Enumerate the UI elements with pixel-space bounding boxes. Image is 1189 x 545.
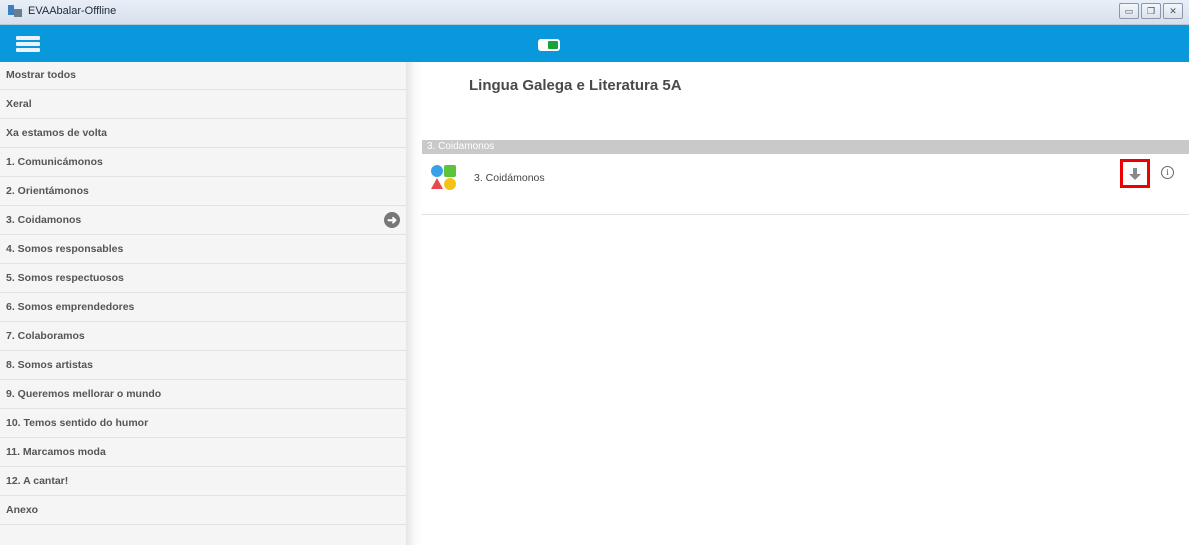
top-toolbar: [0, 25, 1189, 62]
sidebar-item-somos-artistas[interactable]: 8. Somos artistas: [0, 351, 406, 380]
page-title: Lingua Galega e Literatura 5A: [469, 77, 682, 94]
download-arrow-icon: [1129, 167, 1141, 180]
sidebar-item-xeral[interactable]: Xeral: [0, 90, 406, 119]
download-button[interactable]: [1120, 159, 1150, 188]
minimize-button[interactable]: ▭: [1119, 3, 1139, 19]
sidebar-item-colaboramos[interactable]: 7. Colaboramos: [0, 322, 406, 351]
restore-button[interactable]: ❐: [1141, 3, 1161, 19]
sidebar-item-marcamos-moda[interactable]: 11. Marcamos moda: [0, 438, 406, 467]
sidebar-item-coidamonos[interactable]: 3. Coidamonos ➜: [0, 206, 406, 235]
window-titlebar: EVAAbalar-Offline ▭ ❐ ✕: [0, 0, 1189, 25]
sidebar-item-orientamonos[interactable]: 2. Orientámonos: [0, 177, 406, 206]
section-header: 3. Coidamonos: [422, 140, 1189, 154]
sidebar-item-xa-estamos-de-volta[interactable]: Xa estamos de volta: [0, 119, 406, 148]
online-toggle[interactable]: [538, 39, 560, 51]
sidebar: Mostrar todos Xeral Xa estamos de volta …: [0, 62, 406, 545]
window-controls: ▭ ❐ ✕: [1119, 3, 1183, 19]
arrow-right-circle-icon[interactable]: ➜: [384, 212, 400, 228]
sidebar-item-somos-respectuosos[interactable]: 5. Somos respectuosos: [0, 264, 406, 293]
sidebar-item-somos-emprendedores[interactable]: 6. Somos emprendedores: [0, 293, 406, 322]
resource-label: 3. Coidámonos: [474, 172, 545, 184]
menu-icon[interactable]: [16, 36, 40, 53]
sidebar-shadow: [406, 62, 422, 545]
sidebar-item-a-cantar[interactable]: 12. A cantar!: [0, 467, 406, 496]
info-circle-icon[interactable]: i: [1161, 166, 1174, 179]
sidebar-item-queremos-mellorar-o-mundo[interactable]: 9. Queremos mellorar o mundo: [0, 380, 406, 409]
sidebar-item-anexo[interactable]: Anexo: [0, 496, 406, 525]
sidebar-item-mostrar-todos[interactable]: Mostrar todos: [0, 62, 406, 90]
resource-row[interactable]: 3. Coidámonos i: [422, 154, 1189, 215]
colored-shapes-icon: [431, 165, 456, 190]
sidebar-item-comunicamonos[interactable]: 1. Comunicámonos: [0, 148, 406, 177]
sidebar-item-somos-responsables[interactable]: 4. Somos responsables: [0, 235, 406, 264]
app-icon: [8, 5, 22, 17]
window-title: EVAAbalar-Offline: [28, 5, 117, 17]
main-content: Lingua Galega e Literatura 5A 3. Coidamo…: [422, 62, 1189, 545]
sidebar-item-temos-sentido-do-humor[interactable]: 10. Temos sentido do humor: [0, 409, 406, 438]
close-button[interactable]: ✕: [1163, 3, 1183, 19]
